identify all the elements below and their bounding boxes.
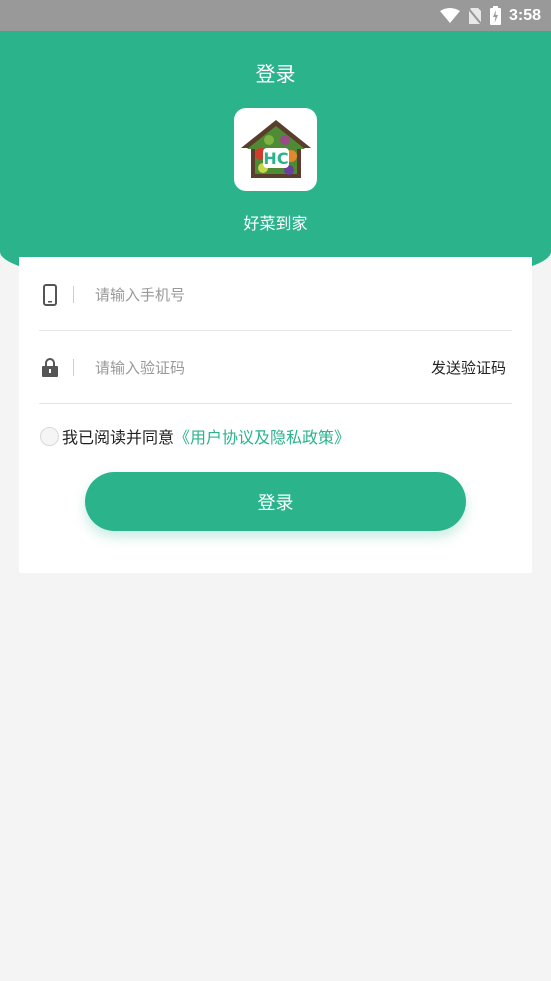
agree-checkbox[interactable]	[40, 426, 59, 446]
logo-text: HC	[263, 149, 288, 168]
field-separator	[73, 286, 74, 303]
agreement-row: 我已阅读并同意 《用户协议及隐私政策》	[40, 425, 350, 447]
app-logo: HC	[234, 108, 317, 191]
house-vegetables-logo: HC	[240, 119, 311, 178]
code-input[interactable]	[95, 358, 431, 377]
status-time: 3:58	[508, 6, 541, 24]
phone-input[interactable]	[95, 285, 512, 304]
field-separator	[73, 359, 74, 376]
page-title: 登录	[255, 62, 296, 86]
send-code-button[interactable]: 发送验证码	[431, 357, 512, 378]
battery-charging-icon	[489, 6, 501, 25]
app-name: 好菜到家	[243, 214, 308, 233]
login-card: 发送验证码 我已阅读并同意 《用户协议及隐私政策》 登录	[19, 257, 532, 573]
no-sim-icon	[467, 6, 482, 25]
agree-text: 我已阅读并同意	[62, 428, 175, 447]
status-bar: 3:58	[0, 0, 551, 31]
code-row: 发送验证码	[39, 332, 512, 404]
lock-icon	[39, 358, 61, 377]
phone-icon	[39, 283, 61, 306]
login-button[interactable]: 登录	[85, 472, 466, 531]
wifi-icon	[439, 7, 460, 24]
phone-row	[39, 259, 512, 331]
agreement-link[interactable]: 《用户协议及隐私政策》	[174, 424, 350, 448]
